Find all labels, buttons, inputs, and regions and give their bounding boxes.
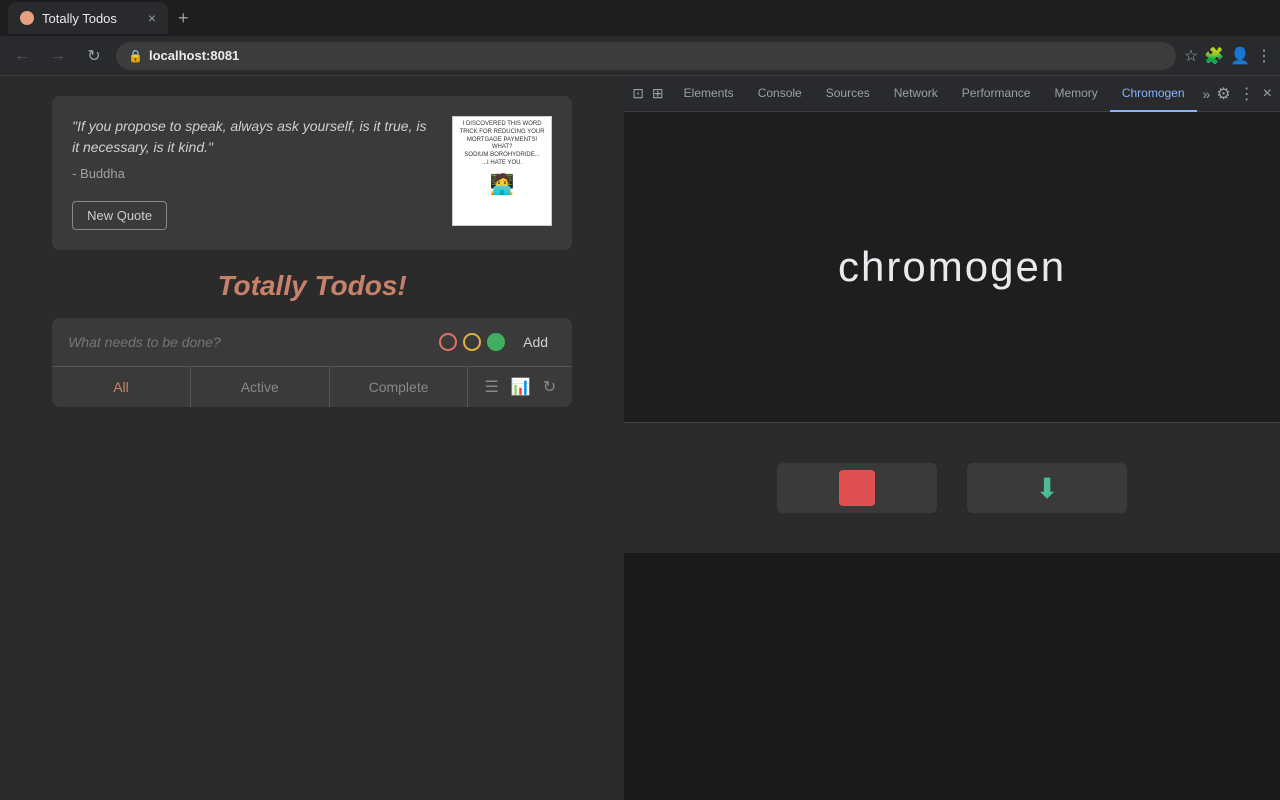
refresh-button[interactable]: ↻ — [80, 42, 108, 70]
address-bar[interactable]: 🔒 localhost:8081 — [116, 42, 1176, 70]
main-layout: "If you propose to speak, always ask you… — [0, 76, 1280, 800]
quote-content: "If you propose to speak, always ask you… — [72, 116, 436, 230]
chart-icon[interactable]: 📊 — [511, 377, 531, 397]
add-todo-button[interactable]: Add — [515, 330, 556, 354]
refresh-todos-icon[interactable]: ↻ — [543, 377, 556, 397]
browser-toolbar-right: ☆ 🧩 👤 ⋮ — [1184, 46, 1272, 66]
devtools-buttons-area: ⬇ — [624, 423, 1280, 553]
devtools-content: chromogen ⬇ — [624, 112, 1280, 800]
todo-input-row: Add — [52, 318, 572, 367]
devtools-close-icon[interactable]: × — [1263, 85, 1272, 103]
filter-all-tab[interactable]: All — [52, 367, 191, 407]
todo-input[interactable] — [68, 334, 429, 350]
extension-icon[interactable]: 🧩 — [1204, 46, 1224, 66]
devtools-settings-icon[interactable]: ⚙ — [1216, 84, 1230, 104]
filter-complete-tab[interactable]: Complete — [330, 367, 469, 407]
chromogen-record-button[interactable] — [777, 463, 937, 513]
lock-icon: 🔒 — [128, 49, 143, 63]
devtools-panel: ⊡ ⊞ Elements Console Sources Network Per… — [624, 76, 1280, 800]
webpage-area: "If you propose to speak, always ask you… — [0, 76, 624, 800]
forward-icon: → — [50, 47, 66, 65]
todos-card: Add All Active Complete ☰ 📊 — [52, 318, 572, 407]
tab-bar: Totally Todos × + — [0, 0, 1280, 36]
filter-row: All Active Complete ☰ 📊 ↻ — [52, 367, 572, 407]
devtools-tab-chromogen[interactable]: Chromogen — [1110, 76, 1197, 112]
chromogen-download-button[interactable]: ⬇ — [967, 463, 1127, 513]
chromogen-title-area: chromogen — [624, 112, 1280, 422]
filter-active-tab[interactable]: Active — [191, 367, 330, 407]
comic-text: I DISCOVERED THIS WORD TRICK FOR REDUCIN… — [460, 121, 545, 168]
filter-icons-group: ☰ 📊 ↻ — [468, 377, 572, 397]
address-text: localhost:8081 — [149, 48, 239, 63]
quote-card: "If you propose to speak, always ask you… — [52, 96, 572, 250]
devtools-undock-icon[interactable]: ⊞ — [652, 85, 672, 102]
new-quote-button[interactable]: New Quote — [72, 201, 167, 230]
priority-low-circle[interactable] — [439, 333, 457, 351]
devtools-bottom-area — [624, 553, 1280, 800]
browser-chrome: Totally Todos × + ← → ↻ 🔒 localhost:8081… — [0, 0, 1280, 76]
quote-author: - Buddha — [72, 166, 436, 181]
browser-tab-active[interactable]: Totally Todos × — [8, 2, 168, 34]
record-icon — [839, 470, 875, 506]
devtools-tab-network[interactable]: Network — [882, 76, 950, 112]
address-bar-row: ← → ↻ 🔒 localhost:8081 ☆ 🧩 👤 ⋮ — [0, 36, 1280, 76]
bookmark-icon[interactable]: ☆ — [1184, 46, 1198, 66]
devtools-tab-performance[interactable]: Performance — [950, 76, 1043, 112]
devtools-tab-elements[interactable]: Elements — [672, 76, 746, 112]
refresh-icon: ↻ — [87, 46, 100, 66]
devtools-options-icon[interactable]: ⋮ — [1239, 84, 1255, 104]
devtools-tab-memory[interactable]: Memory — [1042, 76, 1109, 112]
back-button[interactable]: ← — [8, 42, 36, 70]
tab-title: Totally Todos — [42, 11, 117, 26]
forward-button[interactable]: → — [44, 42, 72, 70]
chromogen-title: chromogen — [838, 243, 1066, 291]
priority-medium-circle[interactable] — [463, 333, 481, 351]
devtools-toolbar-right: ⚙ ⋮ × — [1216, 84, 1272, 104]
todos-section: Totally Todos! Add All — [52, 270, 572, 407]
comic-inner: I DISCOVERED THIS WORD TRICK FOR REDUCIN… — [453, 117, 551, 225]
download-icon: ⬇ — [1035, 472, 1058, 505]
devtools-tab-sources[interactable]: Sources — [814, 76, 882, 112]
menu-icon[interactable]: ⋮ — [1256, 46, 1272, 66]
todos-title: Totally Todos! — [52, 270, 572, 302]
devtools-tabs: ⊡ ⊞ Elements Console Sources Network Per… — [624, 76, 1280, 112]
new-tab-button[interactable]: + — [172, 8, 195, 29]
tab-close-button[interactable]: × — [148, 10, 156, 26]
priority-high-circle[interactable] — [487, 333, 505, 351]
quote-comic: I DISCOVERED THIS WORD TRICK FOR REDUCIN… — [452, 116, 552, 226]
back-icon: ← — [14, 47, 30, 65]
tab-favicon — [20, 11, 34, 25]
sort-icon[interactable]: ☰ — [484, 377, 498, 397]
devtools-dock-icon[interactable]: ⊡ — [632, 85, 652, 102]
devtools-tab-console[interactable]: Console — [746, 76, 814, 112]
devtools-more-tabs[interactable]: » — [1197, 86, 1217, 102]
quote-text: "If you propose to speak, always ask you… — [72, 116, 436, 158]
profile-icon[interactable]: 👤 — [1230, 46, 1250, 66]
comic-figure: 🧑‍💻 — [490, 172, 515, 197]
priority-circles — [439, 333, 505, 351]
